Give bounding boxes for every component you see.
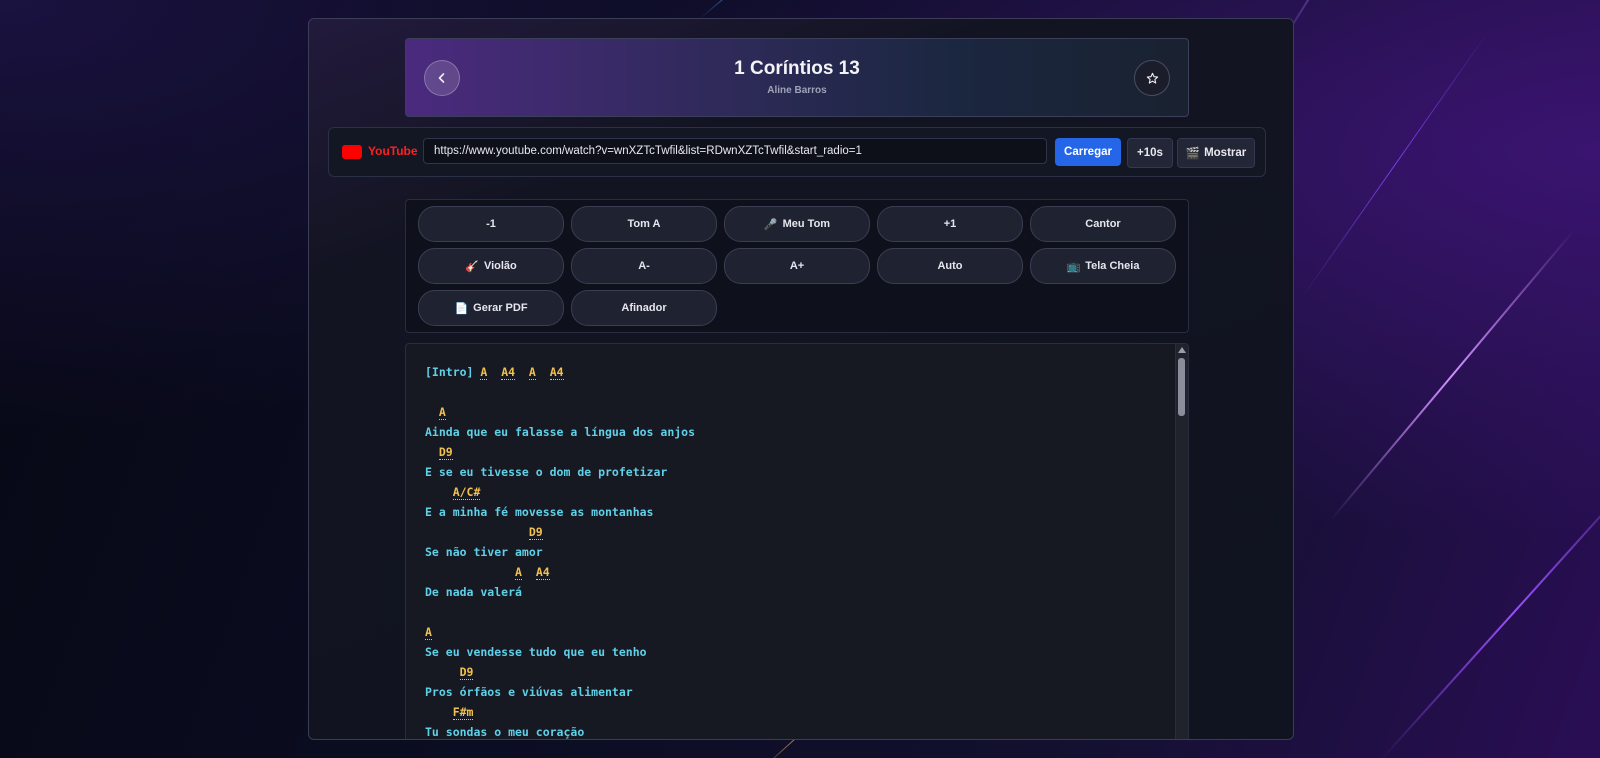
lyric-line: Se eu vendesse tudo que eu tenho (425, 645, 647, 659)
generate-pdf-button[interactable]: 📄 Gerar PDF (418, 290, 564, 326)
chord[interactable]: D9 (459, 665, 474, 680)
chord-line: D9 (425, 662, 1168, 682)
chord-sheet: [Intro] A A4 A A4 A Ainda que eu falasse … (405, 343, 1189, 739)
youtube-url-input[interactable] (423, 138, 1047, 164)
auto-scroll-button[interactable]: Auto (877, 248, 1023, 284)
fullscreen-button[interactable]: 📺 Tela Cheia (1030, 248, 1176, 284)
lyric-line: E a minha fé movesse as montanhas (425, 505, 654, 519)
song-header: 1 Coríntios 13 Aline Barros (405, 38, 1189, 117)
lyric-line: Ainda que eu falasse a língua dos anjos (425, 425, 696, 439)
font-smaller-button[interactable]: A- (571, 248, 717, 284)
font-larger-button[interactable]: A+ (724, 248, 870, 284)
chord-line: A/C# (425, 482, 1168, 502)
chord-line: D9 (425, 522, 1168, 542)
transpose-up-button[interactable]: +1 (877, 206, 1023, 242)
guitar-icon: 🎸 (465, 260, 479, 273)
chord[interactable]: D9 (528, 525, 543, 540)
show-video-button[interactable]: 🎬 Mostrar (1177, 138, 1255, 168)
lyric-line: De nada valerá (425, 585, 522, 599)
original-key-button[interactable]: Tom A (571, 206, 717, 242)
chord-line: F#m (425, 702, 1168, 722)
chord[interactable]: A (528, 365, 536, 380)
youtube-logo-icon (342, 145, 362, 159)
skip-10s-button[interactable]: +10s (1127, 138, 1173, 168)
my-key-button[interactable]: 🎤 Meu Tom (724, 206, 870, 242)
section-tag: [Intro] (425, 365, 474, 379)
microphone-icon: 🎤 (763, 218, 778, 231)
chord[interactable]: A (515, 565, 522, 580)
tuner-button[interactable]: Afinador (571, 290, 717, 326)
chord[interactable]: A4 (501, 365, 516, 380)
chord-line: A (425, 622, 1168, 642)
chord-sheet-content: [Intro] A A4 A A4 A Ainda que eu falasse … (425, 362, 1168, 739)
lyric-line: Se não tiver amor (425, 545, 543, 559)
clapper-icon: 🎬 (1185, 148, 1201, 160)
chord-line: A (425, 402, 1168, 422)
scrollbar[interactable] (1175, 344, 1188, 739)
tv-icon: 📺 (1066, 260, 1081, 273)
chord[interactable]: A/C# (452, 485, 481, 500)
lyric-line: Pros órfãos e viúvas alimentar (425, 685, 633, 699)
chord[interactable]: A4 (535, 565, 550, 580)
chord[interactable]: A (438, 405, 446, 420)
load-button[interactable]: Carregar (1055, 138, 1121, 166)
chord[interactable]: A (425, 625, 432, 640)
app-frame: 1 Coríntios 13 Aline Barros YouTube Carr… (308, 18, 1294, 740)
chord[interactable]: A4 (549, 365, 564, 380)
chord-line: D9 (425, 442, 1168, 462)
chord[interactable]: A (480, 365, 488, 380)
chord[interactable]: F#m (452, 705, 474, 720)
guitar-button[interactable]: 🎸 Violão (418, 248, 564, 284)
chord[interactable]: D9 (438, 445, 453, 460)
song-title: 1 Coríntios 13 (734, 58, 860, 79)
chord-line: A A4 (425, 562, 1168, 582)
youtube-bar: YouTube Carregar +10s 🎬 Mostrar (328, 127, 1266, 177)
scroll-up-arrow-icon[interactable] (1178, 347, 1186, 353)
document-icon: 📄 (454, 302, 469, 315)
scroll-thumb[interactable] (1178, 358, 1185, 416)
star-icon (1146, 72, 1158, 84)
lyric-line: E se eu tivesse o dom de profetizar (425, 465, 668, 479)
lyric-line: Tu sondas o meu coração (425, 725, 585, 739)
song-artist: Aline Barros (767, 85, 827, 96)
transpose-down-button[interactable]: -1 (418, 206, 564, 242)
youtube-brand: YouTube (368, 144, 418, 158)
singer-button[interactable]: Cantor (1030, 206, 1176, 242)
controls-panel: -1 Tom A 🎤 Meu Tom +1 Cantor 🎸 Violão A- A… (405, 199, 1189, 333)
favorite-button[interactable] (1134, 60, 1170, 96)
intro-line: [Intro] A A4 A A4 (425, 362, 1168, 382)
